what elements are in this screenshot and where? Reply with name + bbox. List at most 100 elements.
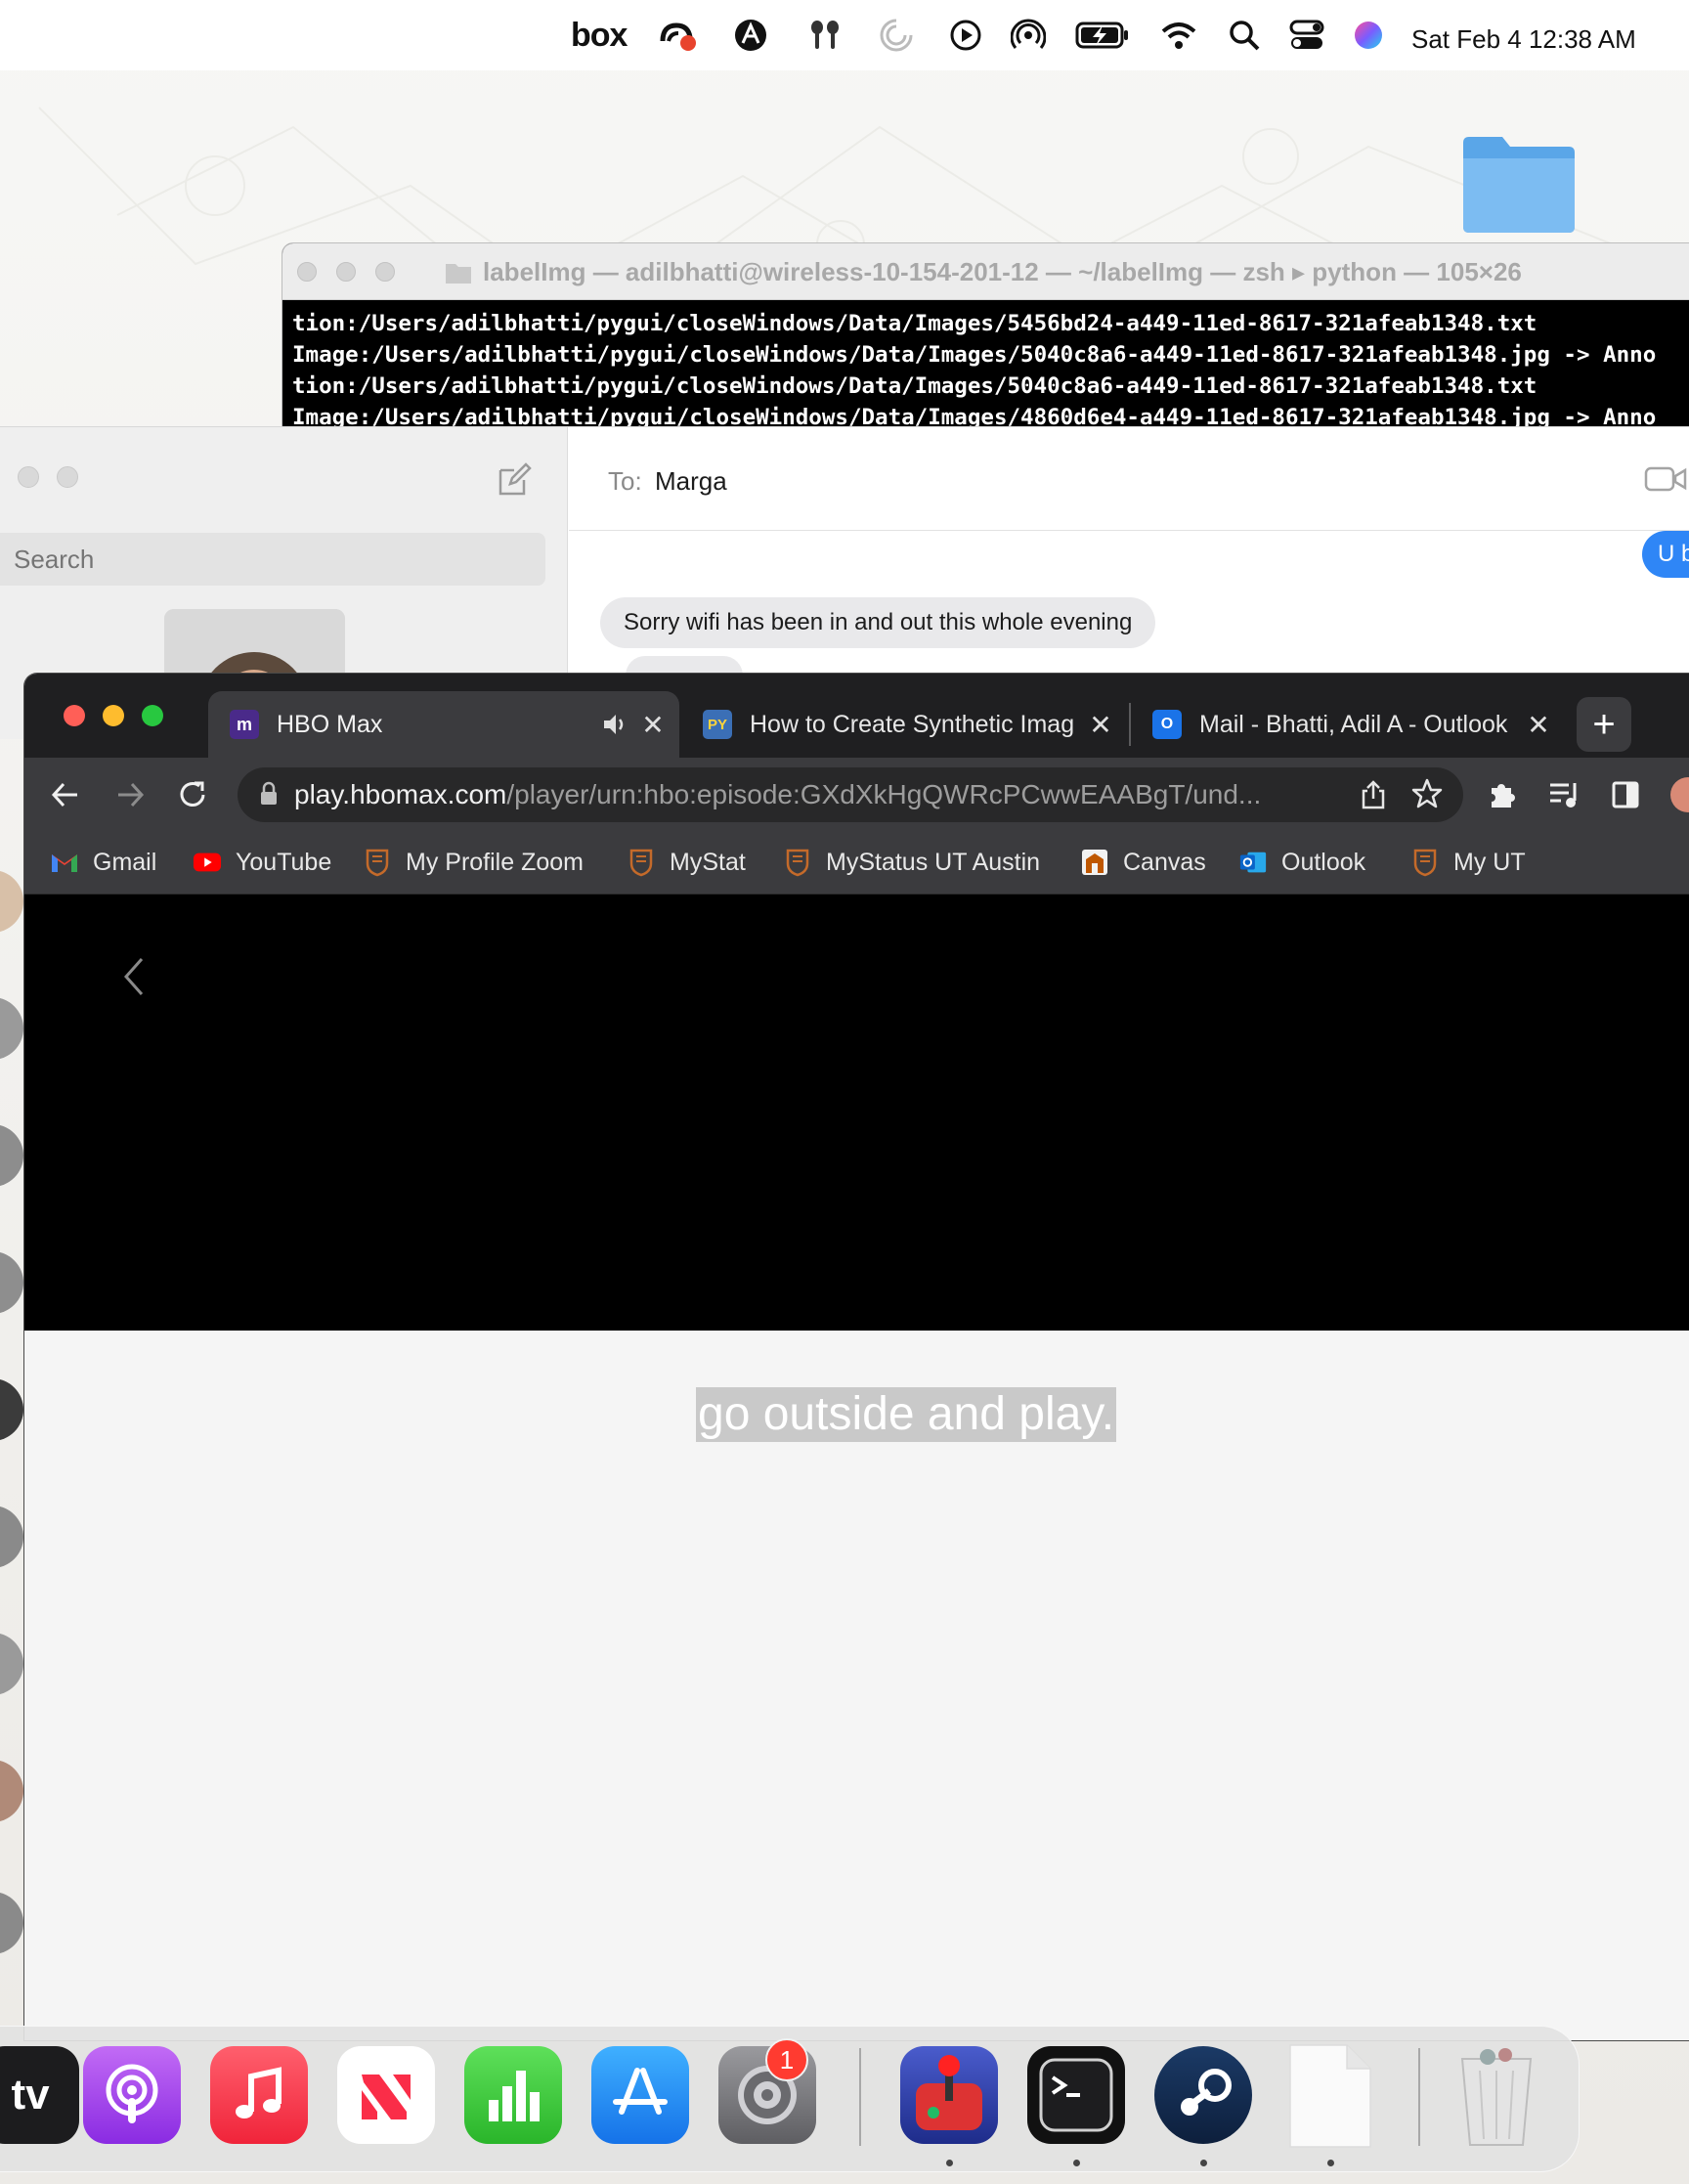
app-launcher-icon[interactable] [733,16,768,55]
ut-shield-icon [1410,848,1440,877]
url-host: play.hbomax.com [294,779,507,809]
url-path: /player/urn:hbo:episode:GXdXkHgQWRcPCwwE… [506,779,1262,809]
side-panel-icon [1612,781,1639,808]
browser-minimize-button[interactable] [103,705,124,726]
bookmark-my-profile-zoom[interactable]: My Profile Zoom [363,844,584,881]
bookmark-star-icon[interactable] [1410,777,1444,810]
terminal-window[interactable]: labelImg — adilbhatti@wireless-10-154-20… [282,242,1689,438]
lock-icon[interactable] [259,781,279,807]
box-menu-icon[interactable]: box [571,16,628,55]
extensions-button[interactable] [1481,773,1524,816]
siri-icon[interactable] [1353,16,1384,55]
steam-icon [1181,2069,1232,2116]
video-player[interactable] [24,895,1689,1331]
bookmark-canvas[interactable]: Canvas [1080,844,1206,881]
control-center-icon[interactable] [1288,16,1325,55]
forward-button[interactable] [108,773,152,816]
terminal-close-button[interactable] [297,262,317,282]
outgoing-message-bubble[interactable]: U b [1642,531,1689,578]
bookmarks-bar: Gmail YouTube My Profile Zoom MyStat MyS… [24,830,1689,895]
running-indicator [1200,2160,1207,2166]
dock-trash[interactable] [1448,2046,1545,2146]
airdrop-icon[interactable] [1011,16,1046,55]
airpods-icon[interactable] [805,16,844,55]
tab-close-icon[interactable]: ✕ [636,708,670,741]
tab-label: Mail - Bhatti, Adil A - Outlook [1199,710,1508,738]
profile-avatar-icon [1670,777,1689,812]
terminal-line: tion:/Users/adilbhatti/pygui/closeWindow… [292,311,1537,336]
dock-news[interactable] [337,2046,435,2144]
loading-spinner-icon[interactable] [878,16,915,55]
outlook-favicon-icon: O [1152,710,1182,739]
terminal-titlebar[interactable]: labelImg — adilbhatti@wireless-10-154-20… [282,243,1689,300]
tab-synthetic-images[interactable]: PY How to Create Synthetic Imag ✕ [681,691,1127,758]
tab-label: How to Create Synthetic Imag [750,710,1075,738]
dock-app-store[interactable] [591,2046,689,2144]
bookmark-my-ut[interactable]: My UT [1410,844,1526,881]
bookmark-mystatus-ut-austin[interactable]: MyStatus UT Austin [783,844,1040,881]
bookmark-gmail[interactable]: Gmail [50,844,156,881]
back-arrow-icon [51,782,77,808]
side-panel-button[interactable] [1604,773,1647,816]
url-text[interactable]: play.hbomax.com/player/urn:hbo:episode:G… [294,779,1261,810]
new-tab-button[interactable]: + [1577,697,1631,752]
browser-close-button[interactable] [64,705,85,726]
wifi-icon[interactable] [1159,16,1198,55]
dock-apple-tv[interactable]: tv [0,2046,79,2144]
browser-zoom-button[interactable] [142,705,163,726]
play-icon[interactable] [948,16,983,55]
spotlight-search-icon[interactable] [1228,16,1261,55]
recipient-name[interactable]: Marga [655,466,727,497]
menu-bar: box Sat Feb 4 12:38 AM [0,0,1689,70]
player-content-area[interactable]: go outside and play. [24,1331,1689,2040]
dock-terminal[interactable] [1027,2046,1125,2144]
tab-hbo-max[interactable]: m HBO Max ✕ [208,691,679,758]
podcasts-icon [106,2064,158,2123]
bookmark-mystat[interactable]: MyStat [627,844,746,881]
dock-joystick-app[interactable] [900,2046,998,2144]
folder-icon[interactable] [1459,133,1579,235]
dock-steam[interactable] [1154,2046,1252,2144]
terminal-minimize-button[interactable] [336,262,356,282]
terminal-output[interactable]: tion:/Users/adilbhatti/pygui/closeWindow… [282,300,1689,433]
running-indicator [1327,2160,1334,2166]
reload-button[interactable] [171,773,214,816]
tab-strip[interactable]: m HBO Max ✕ PY How to Create Synthetic I… [24,674,1689,758]
hbo-max-favicon-icon: m [230,710,259,739]
messages-search-input[interactable] [0,533,545,586]
profile-avatar[interactable] [1667,773,1689,816]
gmail-icon [50,848,79,877]
bookmark-label: Outlook [1281,848,1366,876]
dock-podcasts[interactable] [83,2046,181,2144]
chrome-browser-window[interactable]: m HBO Max ✕ PY How to Create Synthetic I… [23,673,1689,2041]
dock-music[interactable] [210,2046,308,2144]
incoming-message-bubble[interactable]: Sorry wifi has been in and out this whol… [600,597,1156,648]
menu-bar-clock[interactable]: Sat Feb 4 12:38 AM [1411,20,1636,59]
messages-minimize-button[interactable] [57,466,78,488]
address-bar[interactable]: play.hbomax.com/player/urn:hbo:episode:G… [238,767,1463,822]
subtitle-caption: go outside and play. [696,1387,1117,1442]
bookmark-label: Gmail [93,848,157,876]
battery-charging-icon[interactable] [1075,16,1130,55]
dock-document[interactable] [1281,2044,1379,2148]
back-button[interactable] [44,773,87,816]
tab-close-icon[interactable]: ✕ [1522,708,1555,741]
chevron-left-icon[interactable] [122,955,146,998]
tab-outlook-mail[interactable]: O Mail - Bhatti, Adil A - Outlook ✕ [1131,691,1565,758]
messages-close-button[interactable] [18,466,39,488]
tab-close-icon[interactable]: ✕ [1084,708,1117,741]
audio-playing-icon[interactable] [601,712,628,737]
ut-shield-icon [363,848,392,877]
dock-numbers[interactable] [464,2046,562,2144]
youtube-icon [193,848,222,877]
bookmark-outlook[interactable]: Outlook [1238,844,1365,881]
compose-icon[interactable] [497,462,532,498]
creative-cloud-icon[interactable] [657,16,700,55]
facetime-video-icon[interactable] [1644,464,1687,494]
terminal-zoom-button[interactable] [375,262,395,282]
bookmark-youtube[interactable]: YouTube [193,844,331,881]
share-icon[interactable] [1360,779,1387,810]
blank-document-icon [1289,2044,1371,2148]
media-controls-button[interactable] [1543,773,1586,816]
bookmark-label: My UT [1453,848,1526,876]
